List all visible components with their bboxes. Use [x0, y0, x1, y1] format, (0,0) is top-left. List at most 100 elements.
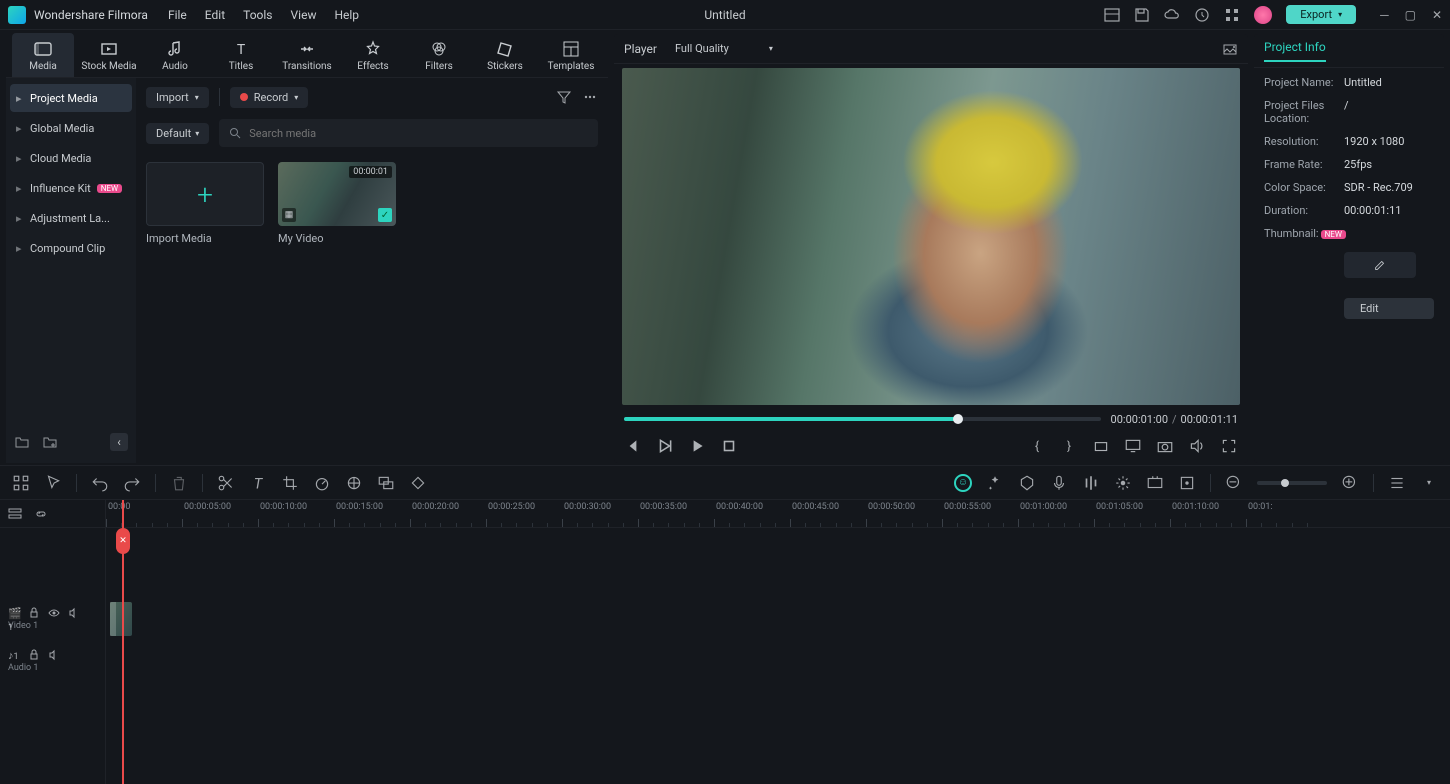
project-info-tab[interactable]: Project Info: [1264, 40, 1326, 62]
voiceover-icon[interactable]: [1050, 474, 1068, 492]
delete-icon[interactable]: [170, 474, 188, 492]
menu-tools[interactable]: Tools: [243, 8, 272, 22]
fullscreen-icon[interactable]: [1220, 437, 1238, 455]
tab-stock-media[interactable]: Stock Media: [78, 33, 140, 77]
camera-icon[interactable]: [1156, 437, 1174, 455]
volume-icon[interactable]: [1188, 437, 1206, 455]
mark-in-button[interactable]: {: [1028, 437, 1046, 455]
audio-track-lane[interactable]: [106, 640, 1450, 682]
visibility-icon[interactable]: [48, 607, 60, 619]
text-tool-icon[interactable]: T: [249, 474, 267, 492]
tab-templates[interactable]: Templates: [540, 33, 602, 77]
tree-cloud-media[interactable]: ▸Cloud Media: [10, 144, 132, 172]
timeline-ruler[interactable]: 00:0000:00:05:0000:00:10:0000:00:15:0000…: [106, 500, 1450, 528]
mute-icon[interactable]: [48, 649, 60, 661]
scrubber-knob[interactable]: [953, 414, 963, 424]
menu-view[interactable]: View: [291, 8, 317, 22]
cloud-icon[interactable]: [1164, 7, 1180, 23]
playhead-handle[interactable]: [116, 528, 130, 554]
audio-mix-icon[interactable]: [1082, 474, 1100, 492]
render-icon[interactable]: [1146, 474, 1164, 492]
video-track-icon[interactable]: 🎬1: [8, 607, 20, 619]
zoom-out-icon[interactable]: [1225, 474, 1243, 492]
audio-track-icon[interactable]: ♪1: [8, 649, 20, 661]
maximize-button[interactable]: ▢: [1405, 8, 1416, 22]
search-box[interactable]: [219, 119, 598, 147]
thumbnail-edit-button[interactable]: [1344, 252, 1416, 278]
mark-out-button[interactable]: }: [1060, 437, 1078, 455]
magic-icon[interactable]: [986, 474, 1004, 492]
record-dropdown[interactable]: Record▾: [230, 87, 309, 108]
media-item[interactable]: 00:00:01 ▦ ✓ My Video: [278, 162, 396, 245]
quality-dropdown[interactable]: Full Quality▾: [675, 42, 773, 55]
crop-icon[interactable]: [281, 474, 299, 492]
display-icon[interactable]: [1124, 437, 1142, 455]
more-icon[interactable]: [582, 89, 598, 105]
video-track-lane[interactable]: [106, 598, 1450, 640]
edit-button[interactable]: Edit: [1344, 298, 1434, 319]
sort-dropdown[interactable]: Default▾: [146, 123, 209, 144]
adjust-icon[interactable]: [1178, 474, 1196, 492]
playhead[interactable]: [122, 500, 124, 784]
color-icon[interactable]: [345, 474, 363, 492]
tab-effects[interactable]: Effects: [342, 33, 404, 77]
tree-influence-kit[interactable]: ▸Influence KitNEW: [10, 174, 132, 202]
filter-icon[interactable]: [556, 89, 572, 105]
tree-project-media[interactable]: ▸Project Media: [10, 84, 132, 112]
cursor-tool-icon[interactable]: [44, 474, 62, 492]
track-view-icon[interactable]: [1388, 474, 1406, 492]
import-media-card[interactable]: + Import Media: [146, 162, 264, 245]
tab-audio[interactable]: Audio: [144, 33, 206, 77]
history-icon[interactable]: [1194, 7, 1210, 23]
auto-icon[interactable]: [1114, 474, 1132, 492]
close-button[interactable]: ✕: [1432, 8, 1442, 22]
mute-icon[interactable]: [68, 607, 80, 619]
collapse-sidebar-button[interactable]: ‹: [110, 433, 128, 451]
clip-ratio-icon[interactable]: [1092, 437, 1110, 455]
prev-frame-button[interactable]: [624, 437, 642, 455]
layout-icon[interactable]: [1104, 7, 1120, 23]
apps-icon[interactable]: [1224, 7, 1240, 23]
split-icon[interactable]: [217, 474, 235, 492]
menu-edit[interactable]: Edit: [205, 8, 225, 22]
lock-icon[interactable]: [28, 607, 40, 619]
snapshot-icon[interactable]: [1222, 41, 1238, 57]
group-icon[interactable]: [377, 474, 395, 492]
link-icon[interactable]: [34, 507, 48, 521]
video-viewport[interactable]: [622, 68, 1240, 405]
scrubber[interactable]: [624, 417, 1101, 421]
undo-icon[interactable]: [91, 474, 109, 492]
stop-button[interactable]: [720, 437, 738, 455]
search-input[interactable]: [249, 127, 588, 140]
tree-compound-clip[interactable]: ▸Compound Clip: [10, 234, 132, 262]
menu-file[interactable]: File: [168, 8, 187, 22]
lock-icon[interactable]: [28, 649, 40, 661]
speed-icon[interactable]: [313, 474, 331, 492]
tab-media[interactable]: Media: [12, 33, 74, 77]
zoom-slider[interactable]: [1257, 481, 1327, 485]
track-manage-icon[interactable]: [8, 507, 22, 521]
minimize-button[interactable]: ─: [1380, 8, 1389, 22]
save-icon[interactable]: [1134, 7, 1150, 23]
folder-icon[interactable]: [14, 434, 30, 450]
redo-icon[interactable]: [123, 474, 141, 492]
menu-help[interactable]: Help: [334, 8, 359, 22]
play-button[interactable]: [688, 437, 706, 455]
timeline-clip[interactable]: [110, 602, 132, 636]
import-dropdown[interactable]: Import▾: [146, 87, 209, 108]
marker-icon[interactable]: [1018, 474, 1036, 492]
select-tool-icon[interactable]: [12, 474, 30, 492]
folder-add-icon[interactable]: [42, 434, 58, 450]
tab-transitions[interactable]: Transitions: [276, 33, 338, 77]
settings-dropdown-icon[interactable]: ▾: [1420, 474, 1438, 492]
timeline-tracks[interactable]: 00:0000:00:05:0000:00:10:0000:00:15:0000…: [106, 500, 1450, 784]
user-avatar[interactable]: [1254, 6, 1272, 24]
zoom-in-icon[interactable]: [1341, 474, 1359, 492]
tree-global-media[interactable]: ▸Global Media: [10, 114, 132, 142]
smart-icon[interactable]: ☺: [954, 474, 972, 492]
export-button[interactable]: Export▾: [1286, 5, 1356, 24]
tab-filters[interactable]: Filters: [408, 33, 470, 77]
tree-adjustment-layer[interactable]: ▸Adjustment La...: [10, 204, 132, 232]
keyframe-icon[interactable]: [409, 474, 427, 492]
tab-stickers[interactable]: Stickers: [474, 33, 536, 77]
